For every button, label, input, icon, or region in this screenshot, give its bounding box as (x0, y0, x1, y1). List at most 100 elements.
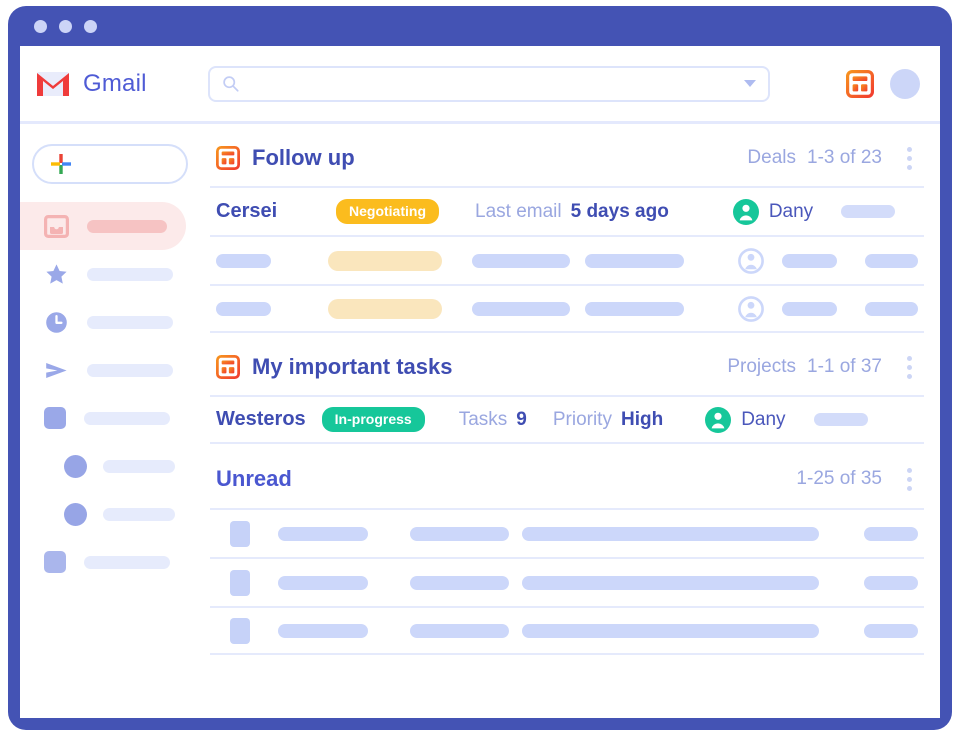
assignee-name: Dany (741, 408, 786, 430)
board-grid-icon[interactable] (216, 146, 240, 170)
skeleton-assignee (781, 301, 837, 316)
skeleton-pill (864, 301, 919, 316)
field-label: Priority (552, 408, 612, 430)
kebab-menu-icon[interactable] (898, 467, 920, 491)
section-meta: Projects 1-1 of 37 (727, 356, 882, 378)
row-placeholder-pill (813, 413, 868, 426)
table-row[interactable]: Westeros In-progress Tasks 9 Priority Hi… (210, 395, 924, 444)
sidebar-item-label (87, 267, 173, 281)
skeleton-sender (278, 623, 368, 638)
board-grid-icon[interactable] (846, 69, 874, 98)
section-meta-label: Projects (727, 356, 796, 377)
circle-icon (64, 454, 87, 478)
sidebar-item-label (87, 315, 173, 329)
sidebar-item-label (84, 411, 170, 425)
sidebar-item-label (87, 363, 173, 377)
sidebar-item-starred[interactable] (20, 250, 186, 298)
row-field-last-email: Last email 5 days ago (475, 201, 669, 223)
list-item[interactable] (210, 606, 924, 655)
skeleton-preview (522, 526, 820, 541)
sidebar-item-label-2[interactable] (20, 538, 186, 586)
sidebar-item-label (87, 219, 167, 233)
sidebar-nav (20, 202, 202, 586)
skeleton-badge (328, 250, 442, 271)
section-meta-label: Deals (747, 147, 796, 168)
person-avatar-outline (737, 295, 764, 322)
row-assignee[interactable]: Dany (705, 406, 786, 433)
app-viewport: Gmail Follow up Deals 1-3 of 23 Cersei N… (20, 46, 940, 718)
skeleton-pill (864, 253, 919, 268)
skeleton-preview (522, 623, 820, 638)
close-dot[interactable] (34, 19, 47, 33)
section-header: Unread 1-25 of 35 (210, 450, 924, 508)
skeleton-badge (328, 298, 442, 319)
skeleton-field (585, 301, 684, 316)
search-icon (223, 76, 239, 92)
search-input[interactable] (247, 75, 744, 92)
section-meta-count: 1-3 of 23 (807, 147, 882, 168)
section-my-important-tasks: My important tasks Projects 1-1 of 37 We… (210, 339, 924, 444)
field-value: 9 (516, 408, 527, 430)
skeleton-sender (278, 575, 368, 590)
list-item[interactable] (210, 508, 924, 557)
compose-button[interactable] (32, 144, 188, 184)
sidebar-item-inbox[interactable] (20, 202, 186, 250)
skeleton-subject (409, 575, 510, 590)
main-content: Follow up Deals 1-3 of 23 Cersei Negotia… (202, 124, 940, 718)
send-icon (46, 362, 67, 378)
minimize-dot[interactable] (59, 19, 72, 33)
sidebar-item-sent[interactable] (20, 346, 186, 394)
field-label: Last email (475, 200, 562, 222)
status-badge: Negotiating (336, 199, 439, 224)
sidebar (20, 124, 202, 718)
sidebar-item-label (103, 459, 175, 473)
table-row[interactable]: Cersei Negotiating Last email 5 days ago (210, 186, 924, 235)
square-icon (44, 407, 66, 429)
skeleton-subject (409, 623, 510, 638)
row-name: Westeros (216, 408, 306, 430)
inbox-icon (44, 214, 69, 238)
user-avatar[interactable] (890, 68, 920, 99)
brand: Gmail (36, 70, 208, 98)
sidebar-item-sublabel-2[interactable] (20, 490, 186, 538)
assignee-name: Dany (768, 200, 814, 222)
sidebar-item-snoozed[interactable] (20, 298, 186, 346)
section-meta-count: 1-1 of 37 (807, 356, 882, 377)
kebab-menu-icon[interactable] (898, 355, 920, 379)
section-meta: 1-25 of 35 (796, 468, 882, 490)
table-row[interactable] (210, 235, 924, 284)
app-window: Gmail Follow up Deals 1-3 of 23 Cersei N… (8, 6, 952, 730)
kebab-menu-icon[interactable] (898, 146, 920, 170)
person-avatar-teal (705, 406, 732, 433)
skeleton-field (471, 301, 571, 316)
sidebar-item-label (103, 507, 175, 521)
row-checkbox[interactable] (230, 520, 250, 547)
row-assignee[interactable]: Dany (732, 198, 814, 225)
board-grid-icon[interactable] (216, 355, 240, 379)
maximize-dot[interactable] (84, 19, 97, 33)
sidebar-item-label-1[interactable] (20, 394, 186, 442)
square-icon (44, 551, 66, 573)
skeleton-preview (522, 575, 820, 590)
section-follow-up: Follow up Deals 1-3 of 23 Cersei Negotia… (210, 130, 924, 333)
status-badge: In-progress (321, 407, 425, 432)
field-label: Tasks (458, 408, 508, 430)
sidebar-item-sublabel-1[interactable] (20, 442, 186, 490)
row-checkbox[interactable] (230, 569, 250, 596)
person-avatar-outline (737, 247, 764, 274)
skeleton-date (864, 623, 918, 638)
row-name: Cersei (216, 200, 278, 222)
skeleton-date (864, 575, 918, 590)
skeleton-field (585, 253, 684, 268)
star-icon (46, 263, 67, 284)
caret-down-icon[interactable] (744, 80, 756, 87)
sidebar-item-label (84, 555, 170, 569)
table-row[interactable] (210, 284, 924, 333)
list-item[interactable] (210, 557, 924, 606)
row-checkbox[interactable] (230, 617, 250, 644)
app-body: Follow up Deals 1-3 of 23 Cersei Negotia… (20, 124, 940, 718)
person-avatar-teal (732, 198, 759, 225)
skeleton-date (864, 526, 918, 541)
skeleton-sender (278, 526, 368, 541)
search-bar[interactable] (208, 65, 770, 102)
